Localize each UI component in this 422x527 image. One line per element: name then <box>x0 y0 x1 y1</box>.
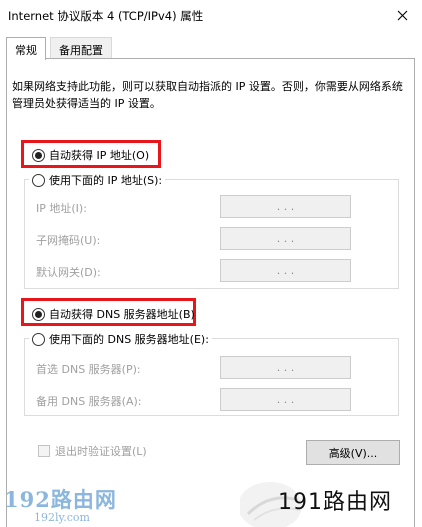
manual-ip-label: 使用下面的 IP 地址(S): <box>49 174 163 187</box>
watermark-left: 192路由网 192ly.com <box>4 484 117 524</box>
auto-ip-radio[interactable]: 自动获得 IP 地址(O) <box>32 147 149 163</box>
preferred-dns-input[interactable]: . . . <box>220 356 351 379</box>
preferred-dns-label: 首选 DNS 服务器(P): <box>36 363 141 376</box>
subnet-mask-input[interactable]: . . . <box>220 227 351 250</box>
window-title: Internet 协议版本 4 (TCP/IPv4) 属性 <box>8 9 204 23</box>
radio-selected-icon <box>32 148 45 162</box>
manual-ip-radio[interactable]: 使用下面的 IP 地址(S): <box>29 172 166 188</box>
watermark-left-main: 192路由网 <box>4 487 117 512</box>
radio-selected-icon <box>32 307 45 321</box>
auto-dns-label: 自动获得 DNS 服务器地址(B) <box>49 308 195 321</box>
subnet-mask-label: 子网掩码(U): <box>36 234 101 247</box>
tab-general[interactable]: 常规 <box>6 37 46 60</box>
radio-unselected-icon <box>32 173 45 187</box>
watermark-right: 191路由网 <box>240 470 422 527</box>
ip-address-input[interactable]: . . . <box>220 195 351 218</box>
title-bar: Internet 协议版本 4 (TCP/IPv4) 属性 <box>0 0 422 30</box>
close-icon <box>397 10 407 20</box>
auto-dns-radio[interactable]: 自动获得 DNS 服务器地址(B) <box>32 306 195 322</box>
default-gateway-label: 默认网关(D): <box>36 266 101 279</box>
auto-ip-label: 自动获得 IP 地址(O) <box>49 149 150 162</box>
watermark-right-text: 191路由网 <box>278 490 392 515</box>
tab-alternate-configuration[interactable]: 备用配置 <box>50 37 112 59</box>
validate-settings-label: 退出时验证设置(L) <box>55 445 147 458</box>
radio-unselected-icon <box>32 332 45 346</box>
ipv4-properties-dialog: Internet 协议版本 4 (TCP/IPv4) 属性 常规 备用配置 如果… <box>0 0 422 527</box>
checkbox-icon <box>38 445 50 457</box>
validate-settings-checkbox[interactable]: 退出时验证设置(L) <box>38 443 147 459</box>
alternate-dns-input[interactable]: . . . <box>220 388 351 411</box>
manual-dns-label: 使用下面的 DNS 服务器地址(E): <box>49 333 209 346</box>
advanced-button[interactable]: 高级(V)... <box>306 440 400 465</box>
ip-address-label: IP 地址(I): <box>36 202 87 215</box>
default-gateway-input[interactable]: . . . <box>220 259 351 282</box>
close-button[interactable] <box>382 0 422 30</box>
alternate-dns-label: 备用 DNS 服务器(A): <box>36 395 142 408</box>
manual-dns-radio[interactable]: 使用下面的 DNS 服务器地址(E): <box>29 331 212 347</box>
description-text: 如果网络支持此功能，则可以获取自动指派的 IP 设置。否则，你需要从网络系统管理… <box>12 80 403 110</box>
